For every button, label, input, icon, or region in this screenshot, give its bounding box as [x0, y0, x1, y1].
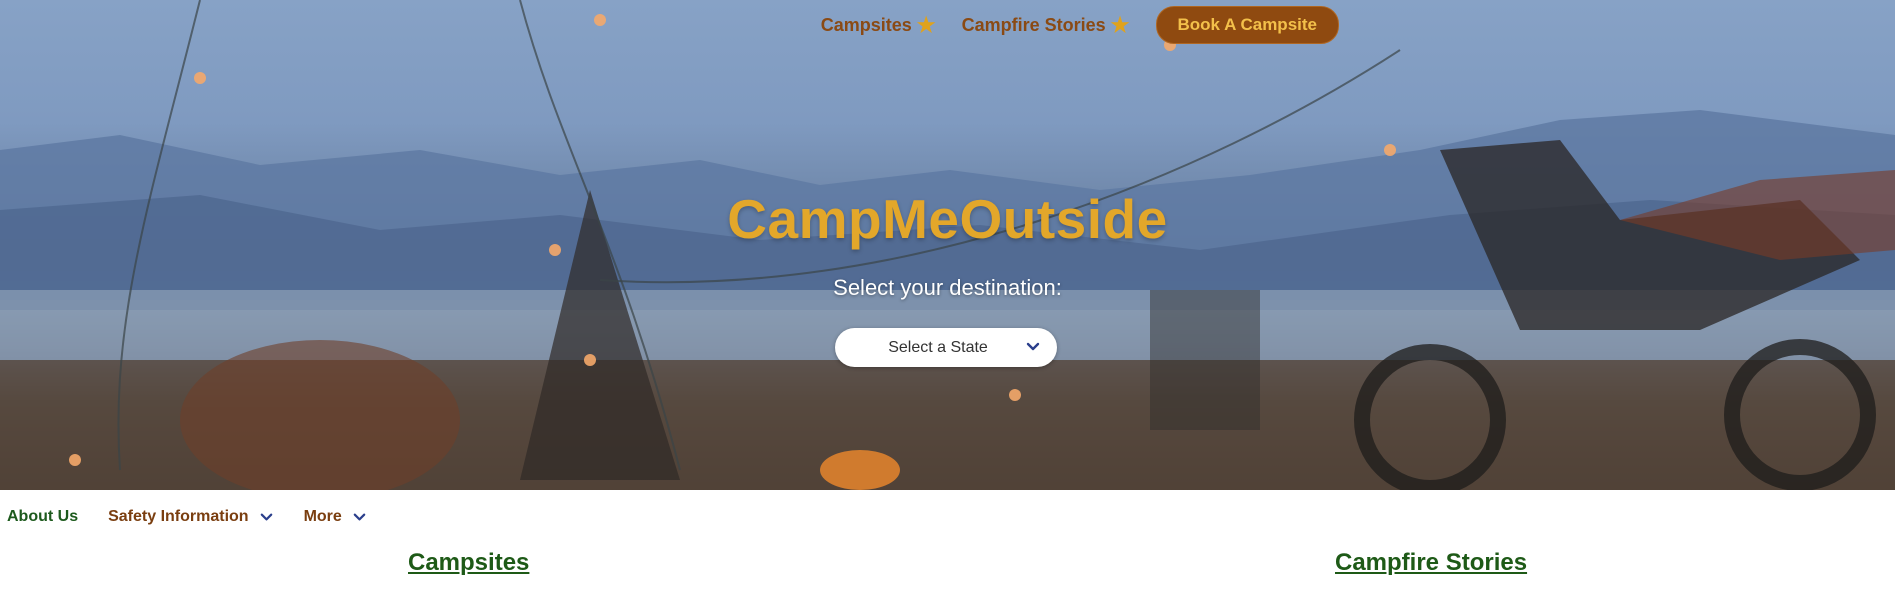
- star-icon: ★: [1110, 13, 1130, 37]
- nav-about-us-label: About Us: [7, 508, 79, 525]
- nav-about-us[interactable]: About Us: [7, 508, 78, 526]
- nav-campfire-stories-label: Campfire Stories: [961, 14, 1106, 35]
- state-select-value: Select a State: [888, 338, 988, 356]
- hero-banner: Campsites ★ Campfire Stories ★ Book A Ca…: [0, 0, 1895, 490]
- nav-more-label: More: [303, 508, 342, 525]
- chevron-down-icon: [1026, 342, 1040, 351]
- site-title: CampMeOutside: [727, 188, 1168, 250]
- chevron-down-icon: [260, 513, 272, 520]
- campsites-section-heading[interactable]: Campsites: [408, 549, 529, 577]
- campfire-stories-section-heading[interactable]: Campfire Stories: [1335, 549, 1527, 577]
- secondary-navigation: About Us Safety Information More: [7, 508, 367, 526]
- nav-campsites-label: Campsites: [820, 14, 912, 35]
- nav-safety-information-label: Safety Information: [108, 508, 249, 525]
- chevron-down-icon: [353, 513, 366, 520]
- nav-campsites[interactable]: Campsites ★: [821, 15, 936, 36]
- state-select-dropdown[interactable]: Select a State: [835, 328, 1057, 367]
- book-campsite-button[interactable]: Book A Campsite: [1155, 6, 1339, 44]
- nav-more[interactable]: More: [304, 508, 367, 526]
- nav-safety-information[interactable]: Safety Information: [108, 508, 273, 526]
- destination-prompt: Select your destination:: [833, 275, 1062, 300]
- nav-campfire-stories[interactable]: Campfire Stories ★: [962, 15, 1130, 36]
- star-icon: ★: [916, 13, 936, 37]
- top-navigation: Campsites ★ Campfire Stories ★ Book A Ca…: [821, 6, 1339, 44]
